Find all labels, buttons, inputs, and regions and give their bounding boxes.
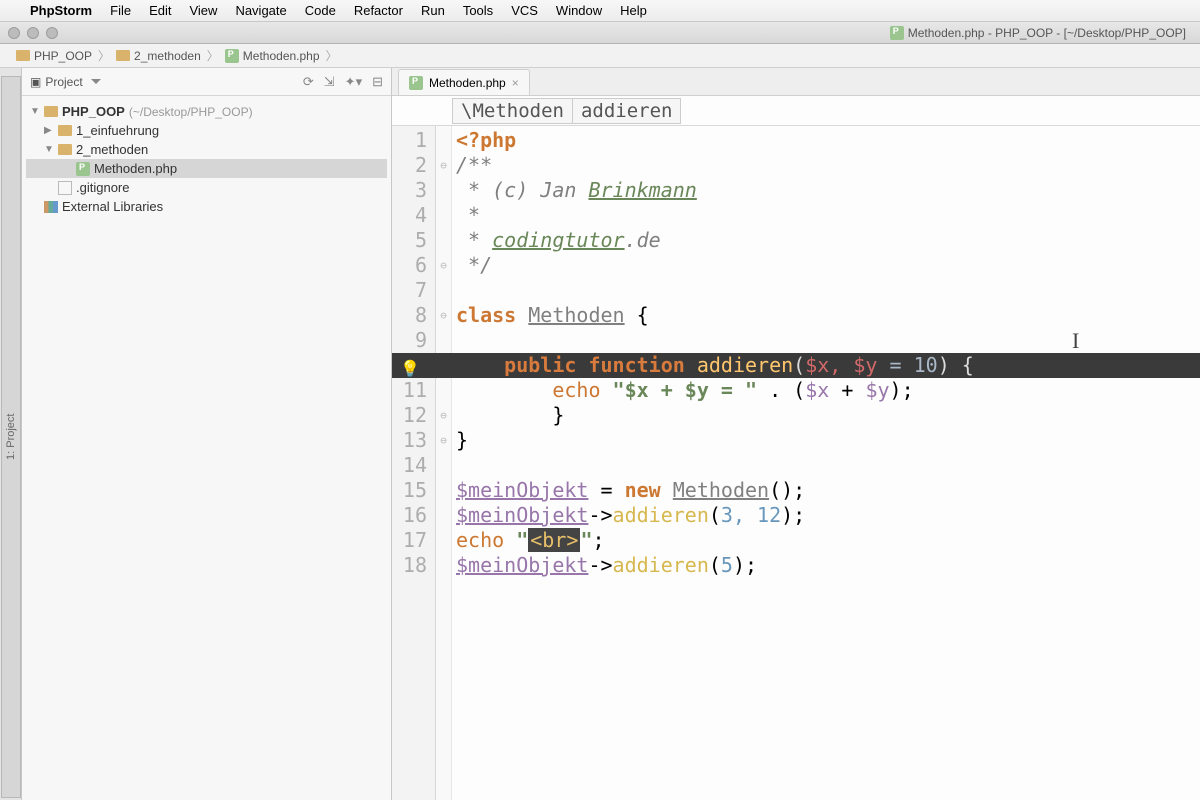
code-area[interactable]: 123456789101112131415161718 ⊖⊖⊖⊖⊖⊖ I <?p…	[392, 126, 1200, 800]
menu-edit[interactable]: Edit	[149, 3, 171, 18]
file-icon	[58, 181, 72, 195]
hide-icon[interactable]: ⊟	[372, 74, 383, 90]
tree-root[interactable]: ▼PHP_OOP (~/Desktop/PHP_OOP)	[26, 102, 387, 121]
php-file-icon	[76, 162, 90, 176]
app-name[interactable]: PhpStorm	[30, 3, 92, 18]
tree-label: Methoden.php	[94, 161, 177, 176]
fold-column: ⊖⊖⊖⊖⊖⊖	[436, 126, 452, 800]
tool-window-bar: 1: Project	[0, 68, 22, 800]
zoom-button[interactable]	[46, 27, 58, 39]
breadcrumb-label: PHP_OOP	[34, 49, 92, 63]
menu-window[interactable]: Window	[556, 3, 602, 18]
breadcrumb-label: Methoden.php	[243, 49, 320, 63]
php-file-icon	[409, 76, 423, 90]
editor-tab[interactable]: Methoden.php ×	[398, 69, 530, 95]
project-tool-tab[interactable]: 1: Project	[1, 76, 21, 798]
folder-icon	[58, 144, 72, 155]
settings-icon[interactable]: ✦▾	[345, 74, 362, 90]
breadcrumb-root[interactable]: PHP_OOP	[10, 49, 98, 63]
sidebar-header: ▣ Project ⟳ ⇲ ✦▾ ⊟	[22, 68, 391, 96]
project-sidebar: ▣ Project ⟳ ⇲ ✦▾ ⊟ ▼PHP_OOP (~/Desktop/PH…	[22, 68, 392, 800]
tree-label: 2_methoden	[76, 142, 148, 157]
tree-folder[interactable]: ▼2_methoden	[26, 140, 387, 159]
folder-icon	[16, 50, 30, 61]
menu-help[interactable]: Help	[620, 3, 647, 18]
close-button[interactable]	[8, 27, 20, 39]
breadcrumb-folder[interactable]: 2_methoden	[110, 49, 207, 63]
menu-navigate[interactable]: Navigate	[235, 3, 286, 18]
menu-file[interactable]: File	[110, 3, 131, 18]
window-titlebar: Methoden.php - PHP_OOP - [~/Desktop/PHP_…	[0, 22, 1200, 44]
menu-view[interactable]: View	[189, 3, 217, 18]
tree-file-selected[interactable]: Methoden.php	[26, 159, 387, 178]
tree-folder[interactable]: ▶1_einfuehrung	[26, 121, 387, 140]
tab-label: Methoden.php	[429, 76, 506, 90]
menu-vcs[interactable]: VCS	[511, 3, 538, 18]
folder-icon	[44, 106, 58, 117]
tree-file[interactable]: .gitignore	[26, 178, 387, 197]
tree-label: .gitignore	[76, 180, 129, 195]
editor-tabs: Methoden.php ×	[392, 68, 1200, 96]
dropdown-icon[interactable]	[91, 79, 101, 84]
menu-code[interactable]: Code	[305, 3, 336, 18]
crumb-method[interactable]: addieren	[573, 98, 682, 124]
autoscroll-icon[interactable]: ⟳	[303, 74, 314, 90]
line-gutter: 123456789101112131415161718	[392, 126, 436, 800]
breadcrumb-label: 2_methoden	[134, 49, 201, 63]
tree-external-libs[interactable]: External Libraries	[26, 197, 387, 216]
macos-menubar: PhpStorm File Edit View Navigate Code Re…	[0, 0, 1200, 22]
project-view-icon: ▣	[30, 75, 41, 89]
close-icon[interactable]: ×	[512, 76, 519, 90]
menu-refactor[interactable]: Refactor	[354, 3, 403, 18]
folder-icon	[58, 125, 72, 136]
code-content[interactable]: I <?php/** * (c) Jan Brinkmann * * codin…	[452, 126, 1200, 800]
chevron-right-icon: 〉	[98, 47, 110, 64]
text-cursor-icon: I	[1072, 328, 1079, 353]
window-title: Methoden.php - PHP_OOP - [~/Desktop/PHP_…	[890, 26, 1186, 40]
traffic-lights	[8, 27, 58, 39]
minimize-button[interactable]	[27, 27, 39, 39]
folder-icon	[116, 50, 130, 61]
menu-run[interactable]: Run	[421, 3, 445, 18]
tree-label: 1_einfuehrung	[76, 123, 159, 138]
tree-label: External Libraries	[62, 199, 163, 214]
tree-label: PHP_OOP	[62, 104, 125, 119]
chevron-right-icon: 〉	[326, 47, 338, 64]
sidebar-title[interactable]: Project	[45, 75, 82, 89]
collapse-icon[interactable]: ⇲	[324, 74, 335, 90]
editor-pane: Methoden.php × \Methoden addieren 1234567…	[392, 68, 1200, 800]
menu-tools[interactable]: Tools	[463, 3, 493, 18]
crumb-class[interactable]: \Methoden	[452, 98, 573, 124]
php-file-icon	[890, 26, 904, 40]
library-icon	[44, 201, 58, 213]
tree-path: (~/Desktop/PHP_OOP)	[129, 105, 253, 119]
nav-breadcrumbs: PHP_OOP 〉 2_methoden 〉 Methoden.php 〉	[0, 44, 1200, 68]
window-title-text: Methoden.php - PHP_OOP - [~/Desktop/PHP_…	[908, 26, 1186, 40]
php-file-icon	[225, 49, 239, 63]
chevron-right-icon: 〉	[207, 47, 219, 64]
breadcrumb-file[interactable]: Methoden.php	[219, 49, 326, 63]
editor-breadcrumb: \Methoden addieren	[392, 96, 1200, 126]
project-tree: ▼PHP_OOP (~/Desktop/PHP_OOP) ▶1_einfuehr…	[22, 96, 391, 222]
